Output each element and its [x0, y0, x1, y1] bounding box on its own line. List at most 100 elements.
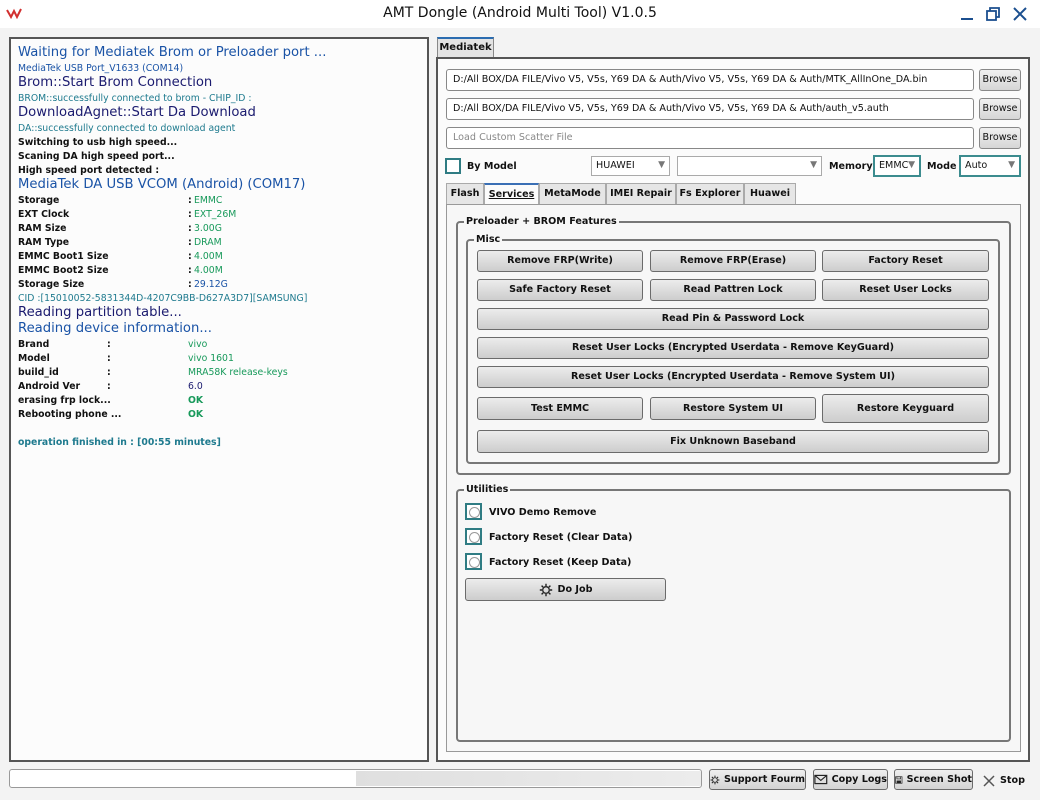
device-value: MRA58K release-keys: [188, 367, 288, 378]
log-line-finished: operation finished in : [00:55 minutes]: [18, 437, 221, 448]
spec-value: 4.00M: [194, 251, 223, 262]
fix-unknown-baseband-button[interactable]: Fix Unknown Baseband: [477, 430, 989, 453]
tab-services[interactable]: Services: [484, 183, 539, 204]
device-sep: :: [107, 353, 111, 364]
tab-flash[interactable]: Flash: [446, 183, 484, 204]
device-sep: :: [107, 339, 111, 350]
support-forum-button[interactable]: Support Fourm: [709, 769, 806, 790]
factory-reset-clear-radio[interactable]: [465, 528, 482, 545]
spec-key: EXT Clock: [18, 209, 70, 220]
browse-auth-button[interactable]: Browse: [979, 98, 1021, 120]
reset-user-locks-button[interactable]: Reset User Locks: [822, 279, 989, 301]
device-value: vivo 1601: [188, 353, 234, 364]
maximize-icon[interactable]: [982, 3, 1004, 25]
spec-sep: :: [188, 223, 192, 234]
browse-scatter-button[interactable]: Browse: [979, 127, 1021, 149]
tab-fs-explorer[interactable]: Fs Explorer: [676, 183, 744, 204]
minimize-icon[interactable]: [956, 3, 978, 25]
device-key: Model: [18, 353, 50, 364]
do-job-button[interactable]: Do Job: [465, 578, 666, 601]
spec-value: EMMC: [194, 195, 223, 206]
support-forum-label: Support Fourm: [723, 774, 805, 785]
reset-user-locks-systemui-button[interactable]: Reset User Locks (Encrypted Userdata - R…: [477, 366, 989, 388]
spec-value: 29.12G: [194, 279, 228, 290]
screenshot-label: Screen Shot: [906, 774, 972, 785]
log-line: MediaTek DA USB VCOM (Android) (COM17): [18, 177, 306, 192]
save-icon: [895, 775, 903, 784]
factory-reset-button[interactable]: Factory Reset: [822, 250, 989, 272]
log-line: Switching to usb high speed...: [18, 137, 178, 148]
da-file-field[interactable]: D:/All BOX/DA FILE/Vivo V5, V5s, Y69 DA …: [446, 69, 974, 91]
close-icon[interactable]: [1009, 3, 1031, 25]
tab-metamode[interactable]: MetaMode: [539, 183, 606, 204]
copy-logs-button[interactable]: Copy Logs: [813, 769, 888, 790]
factory-reset-keep-radio[interactable]: [465, 553, 482, 570]
vivo-demo-remove-radio[interactable]: [465, 503, 482, 520]
device-value: 6.0: [188, 381, 203, 392]
remove-frp-erase-button[interactable]: Remove FRP(Erase): [650, 250, 816, 272]
tab-imei-repair[interactable]: IMEI Repair: [606, 183, 676, 204]
envelope-icon: [814, 774, 828, 785]
mode-select[interactable]: Auto ▼: [959, 155, 1021, 177]
spec-value: 3.00G: [194, 223, 222, 234]
progress-fill: [356, 771, 701, 786]
tab-huawei[interactable]: Huawei: [744, 183, 796, 204]
screenshot-button[interactable]: Screen Shot: [894, 769, 973, 790]
device-key: build_id: [18, 367, 59, 378]
safe-factory-reset-button[interactable]: Safe Factory Reset: [477, 279, 643, 301]
log-line: DownloadAgnet::Start Da Download: [18, 105, 256, 120]
device-key: Rebooting phone ...: [18, 409, 122, 420]
brand-select[interactable]: HUAWEI ▼: [591, 156, 670, 176]
auth-file-field[interactable]: D:/All BOX/DA FILE/Vivo V5, V5s, Y69 DA …: [446, 98, 974, 120]
browse-da-button[interactable]: Browse: [979, 69, 1021, 91]
restore-system-ui-button[interactable]: Restore System UI: [650, 397, 816, 420]
chevron-down-icon: ▼: [1008, 160, 1015, 170]
memory-select[interactable]: EMMC ▼: [873, 155, 921, 177]
log-line: Brom::Start Brom Connection: [18, 75, 213, 90]
memory-label: Memory: [829, 161, 873, 172]
memory-value: EMMC: [879, 160, 909, 171]
read-pin-password-lock-button[interactable]: Read Pin & Password Lock: [477, 308, 989, 330]
by-model-checkbox[interactable]: [445, 158, 461, 174]
device-value: OK: [188, 395, 204, 406]
close-icon: [983, 774, 995, 787]
scatter-file-field[interactable]: Load Custom Scatter File: [446, 127, 974, 149]
device-value: vivo: [188, 339, 208, 350]
chevron-down-icon: ▼: [658, 160, 665, 170]
chevron-down-icon: ▼: [810, 160, 817, 170]
misc-title: Misc: [474, 234, 503, 245]
spec-value: 4.00M: [194, 265, 223, 276]
stop-button[interactable]: Stop: [982, 770, 1032, 791]
do-job-label: Do Job: [557, 584, 593, 595]
test-emmc-button[interactable]: Test EMMC: [477, 397, 643, 420]
remove-frp-write-button[interactable]: Remove FRP(Write): [477, 250, 643, 272]
log-line: Reading partition table...: [18, 305, 182, 320]
spec-key: EMMC Boot2 Size: [18, 265, 109, 276]
title-bar: AMT Dongle (Android Multi Tool) V1.0.5: [0, 0, 1040, 28]
spec-key: EMMC Boot1 Size: [18, 251, 109, 262]
vivo-demo-remove-label: VIVO Demo Remove: [489, 507, 597, 518]
reset-user-locks-keyguard-button[interactable]: Reset User Locks (Encrypted Userdata - R…: [477, 337, 989, 359]
read-pattern-lock-button[interactable]: Read Pattren Lock: [650, 279, 816, 301]
log-line: MediaTek USB Port_V1633 (COM14): [18, 63, 184, 74]
gear-icon: [539, 583, 552, 596]
spec-value: DRAM: [194, 237, 222, 248]
utilities-group: [456, 489, 1011, 742]
device-sep: :: [107, 367, 111, 378]
model-select[interactable]: ▼: [677, 156, 822, 176]
device-key: Brand: [18, 339, 50, 350]
log-line: Scaning DA high speed port...: [18, 151, 175, 162]
log-line: High speed port detected :: [18, 165, 160, 176]
utilities-title: Utilities: [464, 484, 511, 495]
log-line-cid: CID :[15010052-5831344D-4207C9BB-D627A3D…: [18, 293, 308, 304]
log-panel[interactable]: Waiting for Mediatek Brom or Preloader p…: [9, 37, 429, 762]
restore-keyguard-button[interactable]: Restore Keyguard: [822, 394, 989, 423]
log-line: DA::successfully connected to download a…: [18, 123, 236, 134]
spec-key: RAM Type: [18, 237, 70, 248]
brand-value: HUAWEI: [596, 160, 635, 171]
chevron-down-icon: ▼: [908, 160, 915, 170]
log-line: Waiting for Mediatek Brom or Preloader p…: [18, 45, 327, 60]
tab-mediatek[interactable]: Mediatek: [437, 37, 494, 58]
spec-sep: :: [188, 209, 192, 220]
device-key: erasing frp lock...: [18, 395, 111, 406]
